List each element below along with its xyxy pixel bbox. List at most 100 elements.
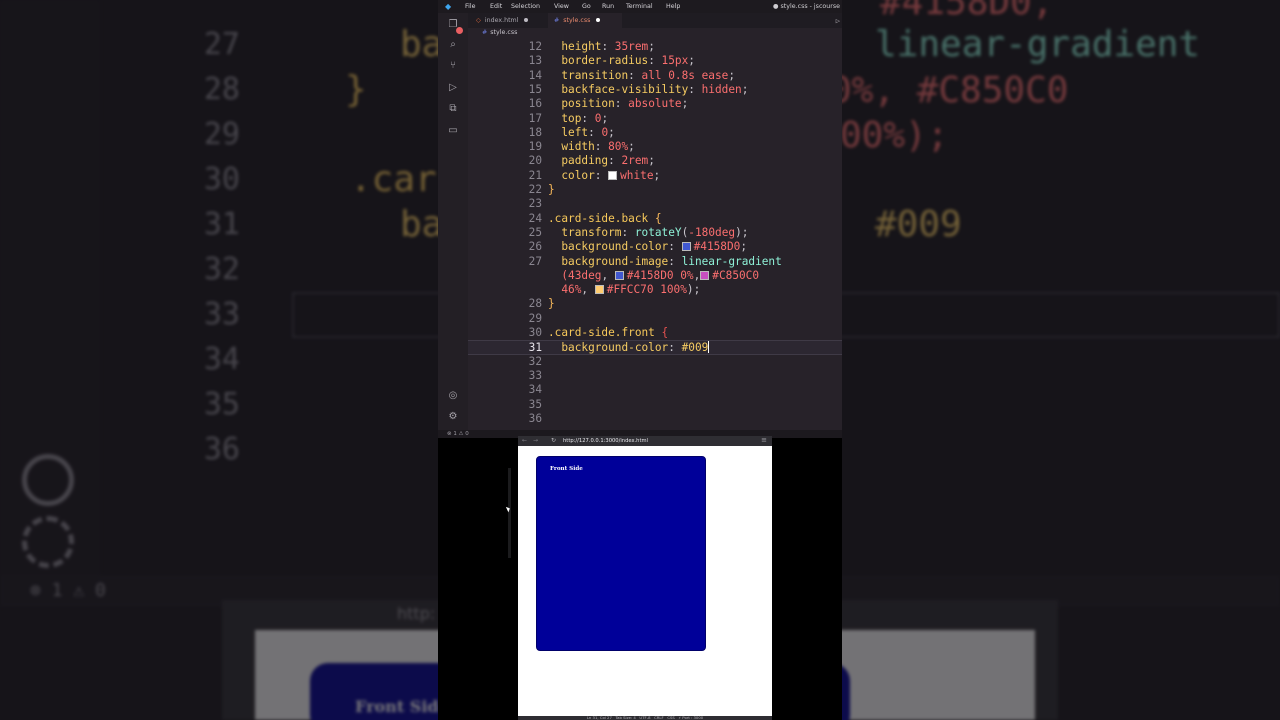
code-token: ; xyxy=(653,168,661,182)
code-line[interactable]: 19 width: 80%; xyxy=(468,140,842,154)
code-line[interactable]: 32 xyxy=(468,355,842,369)
code-line[interactable]: 46%, #FFCC70 100%); xyxy=(468,283,842,297)
menu-help[interactable]: Help xyxy=(666,3,680,10)
code-line[interactable]: 17 top: 0; xyxy=(468,112,842,126)
bg-code-text: ba xyxy=(400,204,444,245)
code-text: } xyxy=(548,297,555,311)
code-text: background-image: linear-gradient xyxy=(548,255,781,269)
code-line[interactable]: 33 xyxy=(468,369,842,383)
code-token: } xyxy=(548,297,555,311)
code-line[interactable]: 31 background-color: #009 xyxy=(468,340,842,355)
code-token: border-radius xyxy=(561,54,649,68)
breadcrumb-file: style.css xyxy=(490,29,518,36)
code-line[interactable]: 20 padding: 2rem; xyxy=(468,154,842,168)
menu-edit[interactable]: Edit xyxy=(490,3,502,10)
menu-selection[interactable]: Selection xyxy=(511,3,540,10)
card-front-side[interactable]: Front Side xyxy=(536,456,706,651)
code-line[interactable]: 36 xyxy=(468,412,842,426)
code-token: ; xyxy=(608,125,615,139)
line-number: 33 xyxy=(528,368,542,382)
code-token: all 0.8s ease xyxy=(641,68,729,82)
menu-go[interactable]: Go xyxy=(582,3,591,10)
code-text: top: 0; xyxy=(548,112,608,126)
reload-icon[interactable]: ↻ xyxy=(551,437,556,444)
color-swatch-icon[interactable] xyxy=(608,170,618,180)
color-swatch-icon[interactable] xyxy=(700,270,710,280)
title-bar: ◆ File Edit Selection View Go Run Termin… xyxy=(438,0,842,13)
manage-gear-icon[interactable]: ⚙ xyxy=(445,410,461,424)
menu-run[interactable]: Run xyxy=(602,3,614,10)
code-line[interactable]: 27 background-image: linear-gradient xyxy=(468,255,842,269)
forward-icon[interactable]: → xyxy=(533,437,538,444)
code-token: : xyxy=(621,225,635,239)
account-icon[interactable]: ◎ xyxy=(445,389,461,403)
run-play-icon[interactable]: ▷ xyxy=(836,17,840,25)
color-swatch-icon[interactable] xyxy=(594,285,604,295)
code-line[interactable]: 30 .card-side.front { xyxy=(468,326,842,340)
menu-terminal[interactable]: Terminal xyxy=(626,3,653,10)
code-token: { xyxy=(661,326,669,339)
code-line[interactable]: 22} xyxy=(468,183,842,197)
run-debug-icon[interactable]: ▷ xyxy=(445,81,461,95)
menu-file[interactable]: File xyxy=(465,3,476,10)
code-line[interactable]: 29 xyxy=(468,312,842,326)
code-text: padding: 2rem; xyxy=(548,154,655,168)
code-line[interactable]: 15 backface-visibility: hidden; xyxy=(468,83,842,97)
code-text: position: absolute; xyxy=(548,97,688,111)
code-line[interactable]: 23 xyxy=(468,197,842,211)
code-line[interactable]: 26 background-color: #4158D0; xyxy=(468,240,842,254)
remote-explorer-icon[interactable]: ▭ xyxy=(445,124,461,138)
extensions-icon[interactable]: ⧉ xyxy=(445,102,461,116)
code-line[interactable]: 13 border-radius: 15px; xyxy=(468,54,842,68)
code-line[interactable]: 18 left: 0; xyxy=(468,126,842,140)
line-number: 24 xyxy=(528,211,542,225)
code-line[interactable]: 24 .card-side.back { xyxy=(468,212,842,226)
code-token: ; xyxy=(628,140,635,154)
code-line[interactable]: 16 position: absolute; xyxy=(468,97,842,111)
browser-menu-icon[interactable]: ≡ xyxy=(761,436,767,444)
code-editor[interactable]: 12 height: 35rem; 13 border-radius: 15px;… xyxy=(468,40,842,430)
code-text: background-color: #009 xyxy=(548,341,710,355)
code-line[interactable]: 14 transition: all 0.8s ease; xyxy=(468,69,842,83)
search-icon[interactable]: ⌕ xyxy=(445,38,461,52)
color-swatch-icon[interactable] xyxy=(681,242,691,252)
address-bar[interactable]: http://127.0.0.1:3000/index.html xyxy=(563,438,648,444)
code-line[interactable]: 12 height: 35rem; xyxy=(468,40,842,54)
code-line[interactable]: (43deg, #4158D0 0%, #C850C0 xyxy=(468,269,842,283)
css-file-icon: # xyxy=(554,17,560,24)
line-number: 15 xyxy=(528,82,542,96)
code-line[interactable]: 25 transform: rotateY(-180deg); xyxy=(468,226,842,240)
code-token: #4158D0 xyxy=(693,240,741,254)
back-icon[interactable]: ← xyxy=(522,437,527,444)
code-token: ); xyxy=(686,283,701,297)
tab-style-css[interactable]: # style.css xyxy=(548,13,622,28)
code-line[interactable]: 28} xyxy=(468,297,842,311)
code-token: absolute xyxy=(628,97,682,111)
code-line[interactable]: 35 xyxy=(468,398,842,412)
code-line[interactable]: 21 color: white; xyxy=(468,169,842,183)
source-control-icon[interactable]: ⑂ xyxy=(445,59,461,73)
tab-index-html[interactable]: ◇ index.html xyxy=(476,13,542,28)
line-number: 32 xyxy=(528,354,542,368)
menu-view[interactable]: View xyxy=(554,3,569,10)
code-token: -180deg xyxy=(688,225,736,239)
bg-activity-bar xyxy=(0,0,100,600)
resize-handle[interactable] xyxy=(508,468,511,558)
bg-line-number: 31 xyxy=(203,207,240,242)
problems-indicator[interactable]: ⊗ 1 ⚠ 0 xyxy=(447,431,469,437)
page-viewport: Front Side xyxy=(518,446,772,716)
unsaved-dot-icon xyxy=(524,18,529,22)
breadcrumb[interactable]: # style.css xyxy=(482,29,517,36)
code-token: background-color xyxy=(561,240,669,254)
files-icon[interactable]: ❐ xyxy=(445,18,463,34)
code-token: : xyxy=(588,125,602,139)
color-swatch-icon[interactable] xyxy=(614,270,624,280)
code-line[interactable]: 34 xyxy=(468,383,842,397)
code-text: .card-side.front { xyxy=(548,326,668,340)
code-token: 46% xyxy=(561,283,582,297)
